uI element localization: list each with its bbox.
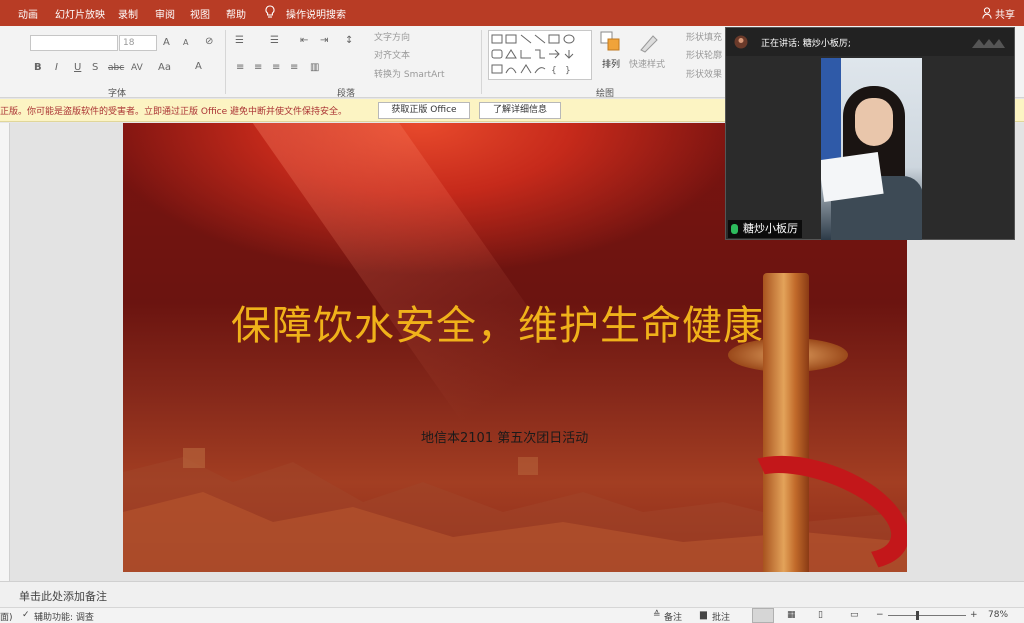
notes-placeholder: 单击此处添加备注 (19, 590, 107, 603)
quick-styles-button[interactable]: 快速样式 (629, 57, 665, 70)
underline-button[interactable]: U (74, 62, 81, 74)
strikethrough-button[interactable]: abc (108, 62, 124, 74)
bold-button[interactable]: B (34, 62, 42, 74)
italic-button[interactable]: I (55, 62, 58, 74)
convert-smartart-button[interactable]: 转换为 SmartArt (374, 67, 444, 80)
slideshow-icon[interactable]: ▭ (850, 610, 859, 620)
microphone-icon (731, 224, 738, 234)
status-bar: 面) ✓ 辅助功能: 调查 ≙ 备注 ▆ 批注 ▦ ▯ ▭ − + 78% (0, 607, 1024, 623)
justify-icon[interactable]: ≡ (290, 62, 298, 74)
line-spacing-icon[interactable]: ↕ (345, 35, 353, 47)
group-divider (481, 30, 482, 94)
speaking-indicator: 正在讲话: 糖炒小板厉; (761, 39, 851, 49)
warning-message: 正版。你可能是盗版软件的受害者。立即通过正版 Office 避免中断并使文件保持… (0, 107, 347, 117)
numbering-icon[interactable]: ☰ (270, 35, 279, 47)
char-spacing-button[interactable]: AV (131, 62, 143, 74)
accessibility-status[interactable]: 辅助功能: 调查 (34, 610, 94, 623)
font-color-button[interactable]: A (195, 61, 202, 73)
font-group-label: 字体 (108, 89, 127, 99)
font-size-combo[interactable]: 18 (119, 35, 157, 51)
svg-text:}: } (565, 66, 571, 76)
tab-view[interactable]: 视图 (190, 6, 210, 21)
user-icon (982, 7, 992, 19)
decrease-indent-icon[interactable]: ⇤ (300, 35, 308, 47)
shape-effects-button[interactable]: 形状效果 (686, 67, 722, 80)
slide-subtitle[interactable]: 地信本2101 第五次团日活动 (421, 427, 588, 446)
drawing-group-label: 绘图 (596, 89, 615, 99)
clear-format-icon[interactable]: ⊘ (205, 36, 213, 48)
zoom-slider[interactable] (888, 611, 966, 620)
tab-animations[interactable]: 动画 (18, 6, 38, 21)
meeting-app-logo (972, 39, 1005, 48)
zoom-level[interactable]: 78% (988, 610, 1008, 620)
arrange-icon[interactable] (599, 30, 623, 54)
notes-toggle[interactable]: 备注 (664, 610, 682, 623)
shadow-button[interactable]: S (92, 62, 98, 74)
notes-icon: ≙ (653, 610, 661, 620)
quick-styles-icon[interactable] (637, 30, 661, 54)
background-coat (821, 58, 841, 168)
columns-icon[interactable]: ▥ (310, 62, 319, 74)
bullets-icon[interactable]: ☰ (235, 35, 244, 47)
svg-text:{: { (551, 66, 557, 76)
tell-me-search[interactable]: 操作说明搜索 (286, 6, 346, 21)
group-divider (225, 30, 226, 94)
participant-video (821, 58, 922, 240)
comments-toggle[interactable]: 批注 (712, 610, 730, 623)
meeting-header: 正在讲话: 糖炒小板厉; (726, 28, 1014, 56)
align-left-icon[interactable]: ≡ (236, 62, 244, 74)
ribbon-tab-bar: 动画 幻灯片放映 录制 审阅 视图 帮助 操作说明搜索 共享 (0, 0, 1024, 26)
text-direction-button[interactable]: 文字方向 (374, 30, 410, 43)
tab-slideshow[interactable]: 幻灯片放映 (55, 6, 105, 21)
tab-record[interactable]: 录制 (118, 6, 138, 21)
participant-name-label: 糖炒小板厉 (728, 220, 802, 238)
change-case-button[interactable]: Aa (158, 62, 171, 74)
reading-view-icon[interactable]: ▯ (818, 610, 823, 620)
get-genuine-office-button[interactable]: 获取正版 Office (378, 102, 470, 119)
zoom-slider-thumb[interactable] (916, 611, 919, 620)
normal-view-icon[interactable] (752, 608, 774, 623)
zoom-in-button[interactable]: + (970, 610, 978, 620)
speaker-avatar-icon (734, 35, 748, 49)
align-right-icon[interactable]: ≡ (272, 62, 280, 74)
shape-fill-button[interactable]: 形状填充 (686, 30, 722, 43)
participant-face (855, 98, 893, 146)
tab-help[interactable]: 帮助 (226, 6, 246, 21)
participant-name: 糖炒小板厉 (743, 222, 798, 235)
comment-icon: ▆ (700, 610, 707, 620)
align-center-icon[interactable]: ≡ (254, 62, 262, 74)
shape-outline-button[interactable]: 形状轮廓 (686, 48, 722, 61)
shrink-font-button[interactable]: A (183, 37, 188, 49)
meeting-video-window[interactable]: 正在讲话: 糖炒小板厉; 糖炒小板厉 (725, 27, 1015, 240)
zoom-out-button[interactable]: − (876, 610, 884, 620)
notes-pane[interactable]: 单击此处添加备注 (0, 581, 1024, 607)
held-paper (821, 152, 884, 202)
share-button[interactable]: 共享 (995, 6, 1015, 21)
shapes-gallery[interactable]: { } (488, 30, 592, 80)
paragraph-group-label: 段落 (337, 89, 356, 99)
thumbnail-pane[interactable] (0, 123, 10, 581)
font-name-combo[interactable] (30, 35, 118, 51)
learn-more-button[interactable]: 了解详细信息 (479, 102, 561, 119)
arrange-button[interactable]: 排列 (602, 57, 620, 70)
accessibility-icon: ✓ (22, 610, 30, 620)
slide-title[interactable]: 保障饮水安全，维护生命健康 (231, 293, 811, 351)
increase-indent-icon[interactable]: ⇥ (320, 35, 328, 47)
grow-font-button[interactable]: A (163, 37, 170, 49)
status-fragment: 面) (0, 613, 13, 623)
lightbulb-icon (265, 5, 275, 18)
align-text-button[interactable]: 对齐文本 (374, 48, 410, 61)
tab-review[interactable]: 审阅 (155, 6, 175, 21)
slide-sorter-icon[interactable]: ▦ (787, 610, 796, 620)
